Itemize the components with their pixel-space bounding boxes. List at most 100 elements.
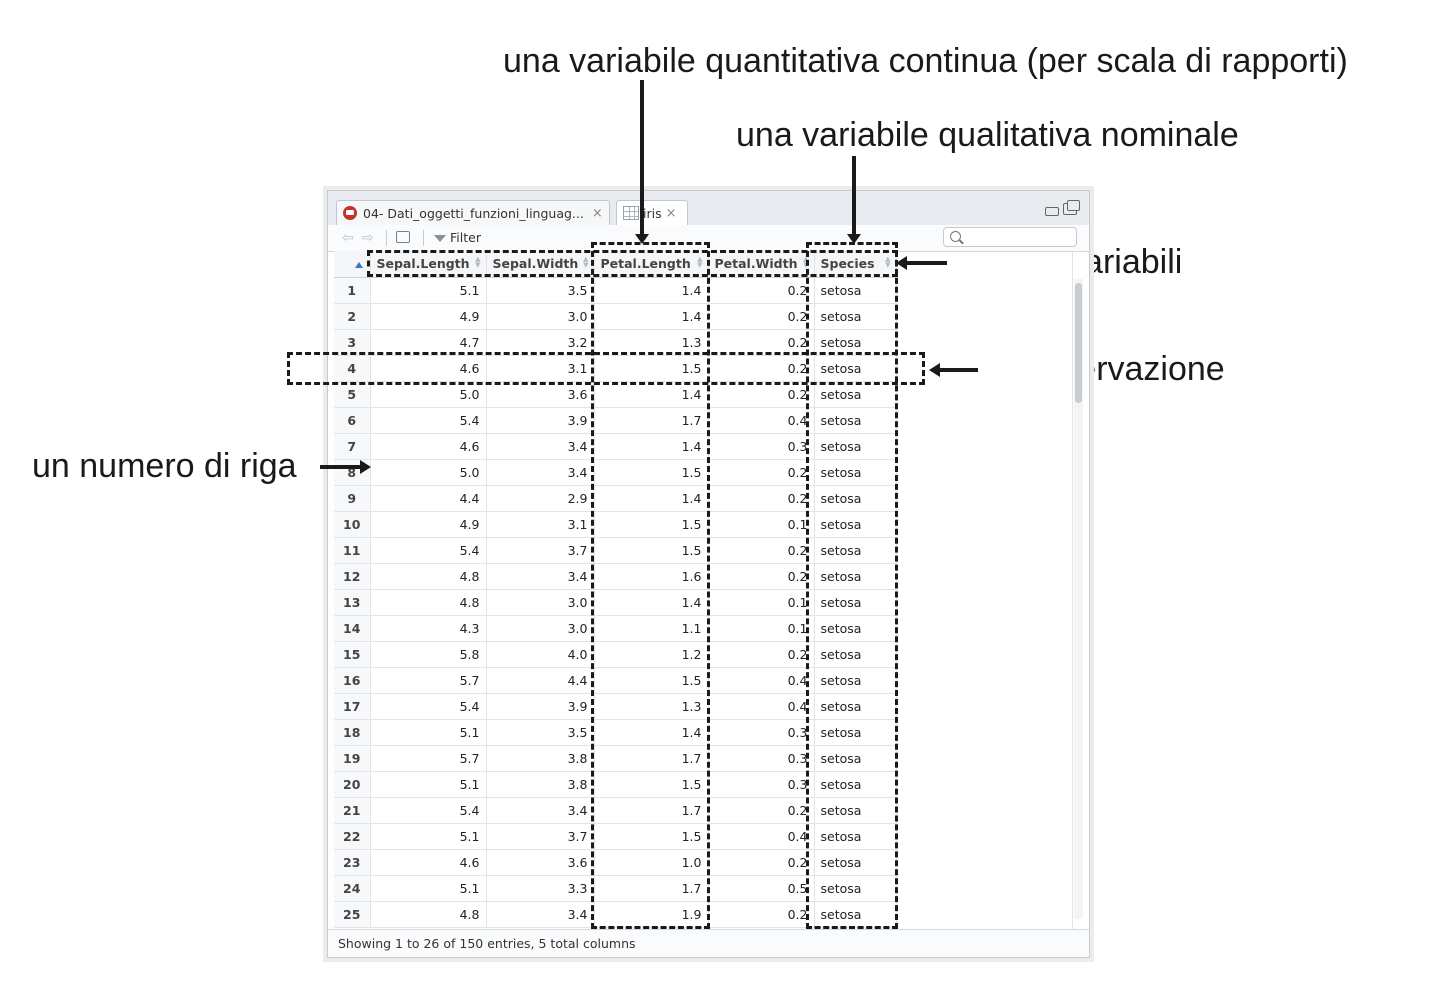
table-cell: 5.1 [370, 771, 487, 798]
table-cell: 2.9 [486, 485, 595, 512]
table-row[interactable]: 8 5.0 3.4 1.5 0.2 setosa [334, 459, 897, 486]
column-header-petal-width[interactable]: Petal.Width ▲ ▼ [708, 251, 815, 278]
table-row[interactable]: 6 5.4 3.9 1.7 0.4 setosa [334, 407, 897, 434]
table-row[interactable]: 10 4.9 3.1 1.5 0.1 setosa [334, 511, 897, 538]
filter-label: Filter [450, 230, 481, 245]
vertical-scrollbar[interactable] [1074, 279, 1083, 919]
pointer-line-names [905, 261, 947, 265]
tab-script-label: 04- Dati_oggetti_funzioni_linguag... [363, 205, 584, 221]
table-row[interactable]: 3 4.7 3.2 1.3 0.2 setosa [334, 329, 897, 356]
tab-script[interactable]: 04- Dati_oggetti_funzioni_linguag... × [336, 200, 610, 225]
table-row[interactable]: 12 4.8 3.4 1.6 0.2 setosa [334, 563, 897, 590]
table-cell: 0.2 [708, 355, 815, 382]
table-row[interactable]: 17 5.4 3.9 1.3 0.4 setosa [334, 693, 897, 720]
maximize-icon[interactable] [1063, 200, 1080, 215]
table-cell: 3.4 [486, 797, 595, 824]
filter-button[interactable]: Filter [434, 230, 481, 245]
row-number: 10 [334, 511, 371, 538]
table-row[interactable]: 18 5.1 3.5 1.4 0.3 setosa [334, 719, 897, 746]
table-row[interactable]: 21 5.4 3.4 1.7 0.2 setosa [334, 797, 897, 824]
popout-icon[interactable] [396, 231, 410, 243]
table-cell: 0.3 [708, 771, 815, 798]
table-row[interactable]: 19 5.7 3.8 1.7 0.3 setosa [334, 745, 897, 772]
table-cell: 3.6 [486, 381, 595, 408]
table-cell: 1.4 [594, 433, 709, 460]
table-cell: setosa [814, 641, 897, 668]
table-cell: 4.9 [370, 511, 487, 538]
table-cell: 3.1 [486, 511, 595, 538]
grid-edge [1072, 251, 1073, 929]
search-input[interactable] [943, 227, 1077, 247]
minimize-icon[interactable] [1045, 207, 1059, 216]
table-row[interactable]: 2 4.9 3.0 1.4 0.2 setosa [334, 303, 897, 330]
table-cell: 4.0 [486, 641, 595, 668]
table-cell: 1.5 [594, 537, 709, 564]
arrow-down-icon [635, 234, 649, 244]
annotation-row-number: un numero di riga [32, 447, 297, 485]
table-cell: setosa [814, 745, 897, 772]
table-row[interactable]: 24 5.1 3.3 1.7 0.5 setosa [334, 875, 897, 902]
table-row[interactable]: 9 4.4 2.9 1.4 0.2 setosa [334, 485, 897, 512]
row-number: 6 [334, 407, 371, 434]
toolbar-divider [423, 230, 424, 246]
table-cell: 3.4 [486, 901, 595, 928]
table-row[interactable]: 7 4.6 3.4 1.4 0.3 setosa [334, 433, 897, 460]
row-number: 4 [334, 355, 371, 382]
table-row[interactable]: 25 4.8 3.4 1.9 0.2 setosa [334, 901, 897, 928]
table-cell: 0.1 [708, 511, 815, 538]
row-number: 3 [334, 329, 371, 356]
sort-ascending-icon [354, 262, 363, 269]
r-file-icon [343, 206, 357, 220]
table-cell: 3.0 [486, 303, 595, 330]
column-header-label: Sepal.Width [492, 256, 579, 272]
column-header-petal-length[interactable]: Petal.Length ▲ ▼ [594, 251, 709, 278]
table-row[interactable]: 1 5.1 3.5 1.4 0.2 setosa [334, 277, 897, 304]
back-arrow-icon[interactable]: ⇦ [342, 230, 354, 246]
table-row[interactable]: 14 4.3 3.0 1.1 0.1 setosa [334, 615, 897, 642]
column-header-sepal-width[interactable]: Sepal.Width ▲ ▼ [486, 251, 595, 278]
table-row[interactable]: 22 5.1 3.7 1.5 0.4 setosa [334, 823, 897, 850]
scrollbar-thumb[interactable] [1075, 283, 1082, 403]
toolbar: ⇦ ⇨ Filter [328, 225, 1089, 252]
column-header-sepal-length[interactable]: Sepal.Length ▲ ▼ [370, 251, 487, 278]
filter-icon [434, 235, 446, 242]
table-row[interactable]: 23 4.6 3.6 1.0 0.2 setosa [334, 849, 897, 876]
row-number: 1 [334, 277, 371, 304]
table-cell: 0.4 [708, 407, 815, 434]
table-cell: 0.4 [708, 693, 815, 720]
table-cell: 0.2 [708, 563, 815, 590]
table-cell: 1.5 [594, 667, 709, 694]
table-cell: setosa [814, 511, 897, 538]
table-row[interactable]: 20 5.1 3.8 1.5 0.3 setosa [334, 771, 897, 798]
table-row[interactable]: 13 4.8 3.0 1.4 0.1 setosa [334, 589, 897, 616]
table-row[interactable]: 15 5.8 4.0 1.2 0.2 setosa [334, 641, 897, 668]
table-row[interactable]: 5 5.0 3.6 1.4 0.2 setosa [334, 381, 897, 408]
table-cell: 3.0 [486, 589, 595, 616]
status-bar: Showing 1 to 26 of 150 entries, 5 total … [328, 929, 1089, 957]
table-cell: setosa [814, 381, 897, 408]
tab-iris[interactable]: iris × [616, 200, 688, 225]
table-cell: 5.7 [370, 667, 487, 694]
column-header-species[interactable]: Species ▲ ▼ [814, 251, 897, 278]
sort-icon: ▲ ▼ [803, 255, 809, 269]
table-cell: 5.4 [370, 693, 487, 720]
table-row[interactable]: 16 5.7 4.4 1.5 0.4 setosa [334, 667, 897, 694]
close-icon[interactable]: × [666, 206, 677, 221]
table-row[interactable]: 4 4.6 3.1 1.5 0.2 setosa [334, 355, 897, 382]
table-cell: 5.1 [370, 875, 487, 902]
table-cell: setosa [814, 615, 897, 642]
table-cell: 1.9 [594, 901, 709, 928]
arrow-left-icon [896, 256, 907, 270]
forward-arrow-icon[interactable]: ⇨ [362, 230, 374, 246]
table-cell: 5.0 [370, 459, 487, 486]
table-cell: 3.4 [486, 433, 595, 460]
row-index-header[interactable] [334, 251, 371, 278]
table-cell: 0.2 [708, 641, 815, 668]
sort-icon: ▲ ▼ [697, 255, 703, 269]
close-icon[interactable]: × [592, 206, 603, 221]
column-header-label: Species [820, 256, 875, 272]
table-cell: 1.5 [594, 355, 709, 382]
table-row[interactable]: 11 5.4 3.7 1.5 0.2 setosa [334, 537, 897, 564]
table-cell: 3.3 [486, 875, 595, 902]
table-cell: 1.5 [594, 823, 709, 850]
